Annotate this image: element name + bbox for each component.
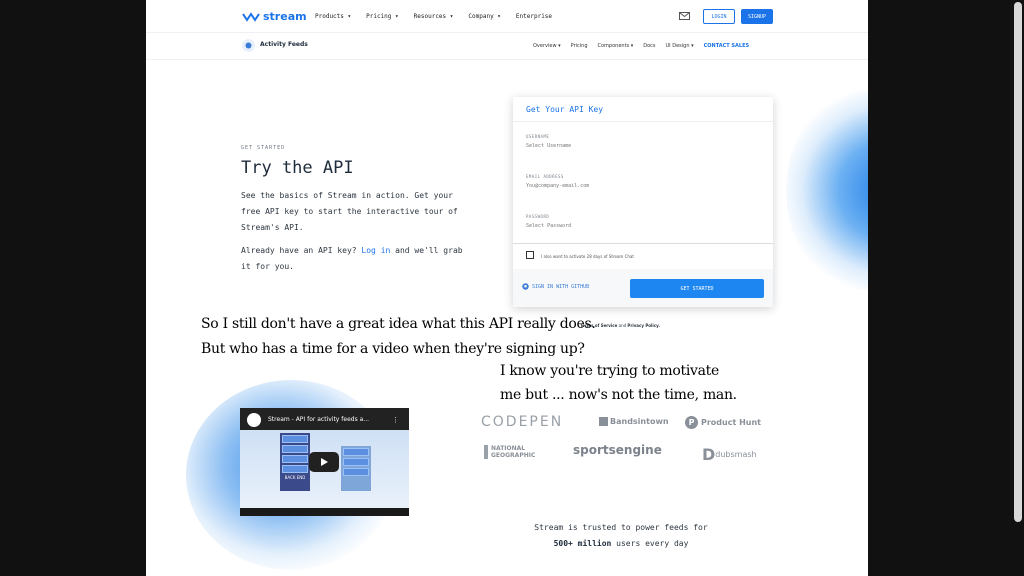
page: stream Products ▾ Pricing ▾ Resources ▾ … [146,0,868,576]
nav-item-products[interactable]: Products ▾ [315,13,351,20]
login-link[interactable]: Log in [361,246,390,255]
hero-description: See the basics of Stream in action. Get … [241,191,458,232]
eyebrow-text: GET STARTED [241,145,286,151]
email-field[interactable] [526,183,726,189]
play-icon [321,458,328,466]
channel-avatar [247,413,261,427]
annotation-line-2: But who has a time for a video when they… [201,341,585,357]
divider [513,121,773,122]
subnav-item-docs[interactable]: Docs [643,43,655,49]
nav-item-resources[interactable]: Resources ▾ [414,13,454,20]
subnav-item-components[interactable]: Components ▾ [598,43,634,49]
dubsmash-text: dubsmash [715,450,757,459]
stream-chat-checkbox[interactable] [526,251,534,259]
page-title: Try the API [241,158,354,178]
natgeo-logo: NATIONAL GEOGRAPHIC [484,445,535,459]
password-field[interactable] [526,223,726,229]
terms-and: and [617,323,628,328]
stream-logo[interactable]: stream [242,10,307,23]
bandsintown-logo: Bandsintown [599,417,669,426]
mail-icon[interactable] [679,12,690,20]
username-field[interactable] [526,143,726,149]
username-label: USERNAME [526,134,550,139]
more-icon[interactable]: ⋮ [392,416,399,424]
product-subnav: Activity Feeds Overview ▾ Pricing Compon… [146,33,868,60]
annotation-line-1: So I still don't have a great idea what … [201,316,596,332]
natgeo-line1: NATIONAL [491,445,526,452]
trusted-line2: 500+ million users every day [506,536,736,552]
checkbox-label: I also want to activate 28 days of Strea… [541,254,634,259]
trusted-suffix: users every day [611,539,689,548]
password-label: PASSWORD [526,214,550,219]
login-button[interactable]: LOGIN [703,9,735,24]
github-signin-button[interactable]: SIGN IN WITH GITHUB [522,283,589,290]
github-icon [522,283,529,290]
nav-item-enterprise[interactable]: Enterprise [516,13,552,20]
subnav-items: Overview ▾ Pricing Components ▾ Docs UI … [533,43,759,49]
activity-feeds-icon [242,39,255,52]
video-title: Stream - API for activity feeds a... [268,416,370,423]
server-graphic: BACK END [280,433,310,491]
form-title: Get Your API Key [526,105,604,114]
top-navigation: stream Products ▾ Pricing ▾ Resources ▾ … [146,0,868,33]
get-started-button[interactable]: GET STARTED [630,279,764,298]
dubsmash-icon: D [702,445,716,464]
subnav-item-overview[interactable]: Overview ▾ [533,43,561,49]
codepen-logo: CODEPEN [481,414,564,430]
scrollbar[interactable] [1014,2,1022,522]
api-key-form: Get Your API Key USERNAME EMAIL ADDRESS … [513,97,773,307]
video-player[interactable]: Stream - API for activity feeds a... ⋮ B… [240,408,409,516]
server-graphic [341,446,371,491]
annotation-line-4: me but ... now's not the time, man. [500,387,737,403]
sportsengine-logo: sportsengine [573,443,662,457]
producthunt-logo: P Product Hunt [685,416,761,429]
nav-item-pricing[interactable]: Pricing ▾ [366,13,399,20]
annotation-line-3: I know you're trying to motivate [500,363,719,379]
nav-item-company[interactable]: Company ▾ [468,13,501,20]
play-button[interactable] [309,452,339,472]
producthunt-icon: P [685,416,698,429]
privacy-policy-link[interactable]: Privacy Policy. [627,323,660,328]
login-prompt: Already have an API key? Log in and we'l… [241,243,471,275]
subnav-item-ui-design[interactable]: UI Design ▾ [666,43,694,49]
subnav-title[interactable]: Activity Feeds [260,41,308,48]
subnav-item-pricing[interactable]: Pricing [571,43,588,49]
decorative-blob-right [786,90,868,290]
trusted-line1: Stream is trusted to power feeds for [534,523,708,532]
divider [513,243,773,244]
login-prompt-prefix: Already have an API key? [241,246,362,255]
contact-sales-link[interactable]: CONTACT SALES [704,43,750,49]
github-label: SIGN IN WITH GITHUB [532,283,590,290]
signup-button[interactable]: SIGNUP [741,9,773,24]
trusted-count: 500+ million [553,539,612,548]
logo-text: stream [263,10,307,23]
bandsintown-text: Bandsintown [610,417,669,426]
server-label: BACK END [284,475,306,480]
bandsintown-icon [599,417,608,426]
stream-logo-icon [242,11,260,22]
producthunt-text: Product Hunt [701,418,761,427]
main-nav-items: Products ▾ Pricing ▾ Resources ▾ Company… [315,13,567,20]
natgeo-line2: GEOGRAPHIC [491,452,536,459]
trusted-statement: Stream is trusted to power feeds for 500… [506,520,736,552]
dubsmash-logo: Ddubsmash [702,445,757,464]
email-label: EMAIL ADDRESS [526,174,564,179]
